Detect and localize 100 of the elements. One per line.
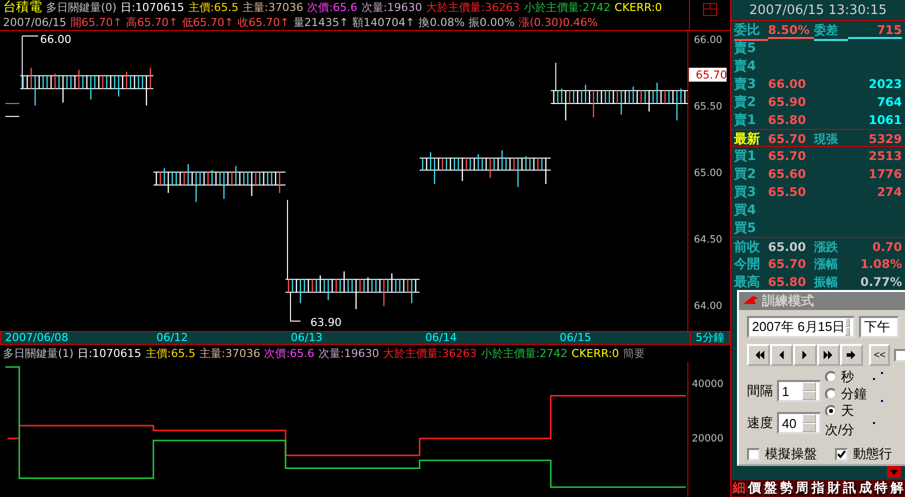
panel-tab[interactable]: 指 bbox=[810, 480, 826, 497]
quote-label: 最高 bbox=[734, 274, 761, 291]
unit-label: 秒 bbox=[841, 368, 854, 386]
quote-value: 額140704↑ bbox=[352, 15, 415, 30]
quote-value: 漲(0.30)0.46% bbox=[518, 15, 598, 30]
quote-value: 65.70 bbox=[768, 257, 807, 271]
quote-value: 1061 bbox=[868, 113, 902, 127]
quote-label: 振幅 bbox=[814, 274, 839, 290]
quote-value: 換0.08% bbox=[418, 15, 465, 30]
price-axis-label: 65.00 bbox=[694, 168, 722, 180]
playback-button[interactable] bbox=[793, 344, 817, 366]
quote-label: 買3 bbox=[734, 184, 758, 201]
price-axis-label: 65.50 bbox=[694, 101, 722, 112]
unit-label: 分鐘 bbox=[841, 385, 867, 403]
indicator-value: 大於主價量:36263 bbox=[383, 346, 477, 361]
speed-label: 速度 bbox=[747, 414, 773, 432]
last-price-tag: 65.70 bbox=[688, 68, 728, 82]
price-axis-label: 66.00 bbox=[694, 34, 722, 46]
quote-label: 前收 bbox=[734, 239, 761, 256]
quote-value: 65.80 bbox=[768, 113, 807, 127]
quote-value: 低65.70↑ bbox=[182, 15, 234, 30]
date-axis-label: 06/12 bbox=[155, 332, 190, 344]
date-axis-label: 06/13 bbox=[290, 332, 324, 344]
quote-date: 2007/06/15 bbox=[3, 15, 66, 30]
quote-value: 1.08% bbox=[859, 257, 902, 271]
interval-label: 間隔 bbox=[747, 382, 773, 400]
quote-value: 65.90 bbox=[768, 95, 807, 109]
panel-tab[interactable]: 成 bbox=[858, 480, 874, 497]
panel-tab[interactable]: 訊 bbox=[842, 480, 858, 497]
price-axis-label: 64.50 bbox=[694, 234, 722, 246]
quote-value: 65.80 bbox=[768, 275, 807, 289]
checkbox-label: 模擬操盤 bbox=[765, 445, 817, 463]
stock-name: 台積電 bbox=[3, 0, 42, 15]
summary-label: 簡要 bbox=[623, 346, 646, 361]
quote-value: 開65.70↑ bbox=[70, 15, 122, 30]
dropdown-button[interactable] bbox=[887, 466, 901, 478]
indicator-value: 次量:19630 bbox=[361, 0, 422, 15]
panel-tab[interactable]: 細 bbox=[731, 480, 747, 497]
indicator-value: 主價:65.5 bbox=[188, 0, 238, 15]
quote-value: 2513 bbox=[868, 149, 902, 163]
rate-unit-label: 次/分 bbox=[825, 421, 856, 439]
volume-axis-label: 20000 bbox=[692, 433, 724, 444]
date-field[interactable]: 2007年 6月15日 bbox=[747, 316, 855, 338]
playback-button[interactable] bbox=[747, 344, 770, 366]
unit-radio[interactable] bbox=[825, 371, 837, 383]
back-button[interactable]: << bbox=[869, 344, 890, 366]
high-price-label: 66.00 bbox=[40, 32, 72, 46]
quote-label: 委比 bbox=[734, 21, 768, 41]
quote-label: 買1 bbox=[734, 148, 758, 165]
quote-label: 買5 bbox=[734, 220, 758, 237]
quote-value: 振0.00% bbox=[468, 15, 515, 30]
interval-field[interactable]: 1 bbox=[777, 380, 821, 402]
date-axis-label: 2007/06/08 bbox=[4, 332, 70, 344]
indicator-value: 小於主價量:2742 bbox=[524, 0, 611, 15]
playback-button[interactable] bbox=[840, 344, 864, 366]
dialog-title: 訓練模式 bbox=[762, 292, 814, 310]
quote-label: 漲跌 bbox=[814, 238, 839, 256]
quote-value: 5329 bbox=[868, 132, 902, 146]
quote-value: 8.50% bbox=[768, 23, 814, 39]
unit-radio[interactable] bbox=[825, 405, 837, 417]
checkbox[interactable] bbox=[835, 448, 848, 460]
quote-label: 賣5 bbox=[734, 40, 758, 57]
price-axis-label: 64.00 bbox=[694, 301, 722, 312]
quote-value: 0.70 bbox=[871, 240, 902, 254]
quote-value: 66.00 bbox=[768, 77, 807, 91]
quote-value: 274 bbox=[876, 185, 902, 199]
date-axis-label: 06/15 bbox=[558, 332, 592, 344]
checkbox[interactable] bbox=[894, 348, 905, 362]
playback-button[interactable] bbox=[816, 344, 840, 366]
window-icon[interactable] bbox=[703, 3, 717, 16]
quote-value: 764 bbox=[876, 95, 902, 109]
quote-label: 賣3 bbox=[734, 76, 758, 93]
panel-tab[interactable]: 特 bbox=[873, 480, 890, 497]
quote-label: 最新 bbox=[734, 130, 761, 148]
quote-value: 收65.70↑ bbox=[238, 15, 290, 30]
period-field[interactable]: 下午 bbox=[859, 316, 899, 338]
playback-button[interactable] bbox=[770, 344, 794, 366]
quote-label: 現張 bbox=[814, 130, 839, 148]
quote-value: 715 bbox=[848, 23, 902, 39]
quote-value: 高65.70↑ bbox=[126, 15, 178, 30]
panel-tab[interactable]: 財 bbox=[826, 480, 842, 497]
indicator-value: 次價:65.6 bbox=[307, 0, 358, 15]
panel-tab[interactable]: 價 bbox=[746, 480, 763, 497]
indicator-value: 主量:37036 bbox=[200, 346, 260, 361]
panel-tab[interactable]: 解 bbox=[889, 480, 905, 497]
panel-tab[interactable]: 周 bbox=[794, 480, 810, 497]
panel-tab[interactable]: 盤 bbox=[762, 480, 778, 497]
quote-label: 今開 bbox=[734, 256, 761, 273]
low-price-label: 63.90 bbox=[310, 316, 342, 330]
quote-label: 漲幅 bbox=[814, 256, 839, 272]
indicator-value: 日:1070615 bbox=[120, 0, 184, 15]
unit-label: 天 bbox=[841, 402, 854, 420]
unit-radio[interactable] bbox=[825, 388, 837, 400]
indicator-value: CKERR:0 bbox=[572, 346, 620, 361]
indicator-value: CKERR:0 bbox=[614, 0, 662, 15]
checkbox[interactable] bbox=[747, 448, 760, 460]
date-axis-label: 06/14 bbox=[424, 332, 458, 344]
quote-value: 1776 bbox=[868, 167, 902, 181]
speed-field[interactable]: 40 bbox=[777, 412, 821, 434]
panel-tab[interactable]: 勢 bbox=[778, 480, 794, 497]
